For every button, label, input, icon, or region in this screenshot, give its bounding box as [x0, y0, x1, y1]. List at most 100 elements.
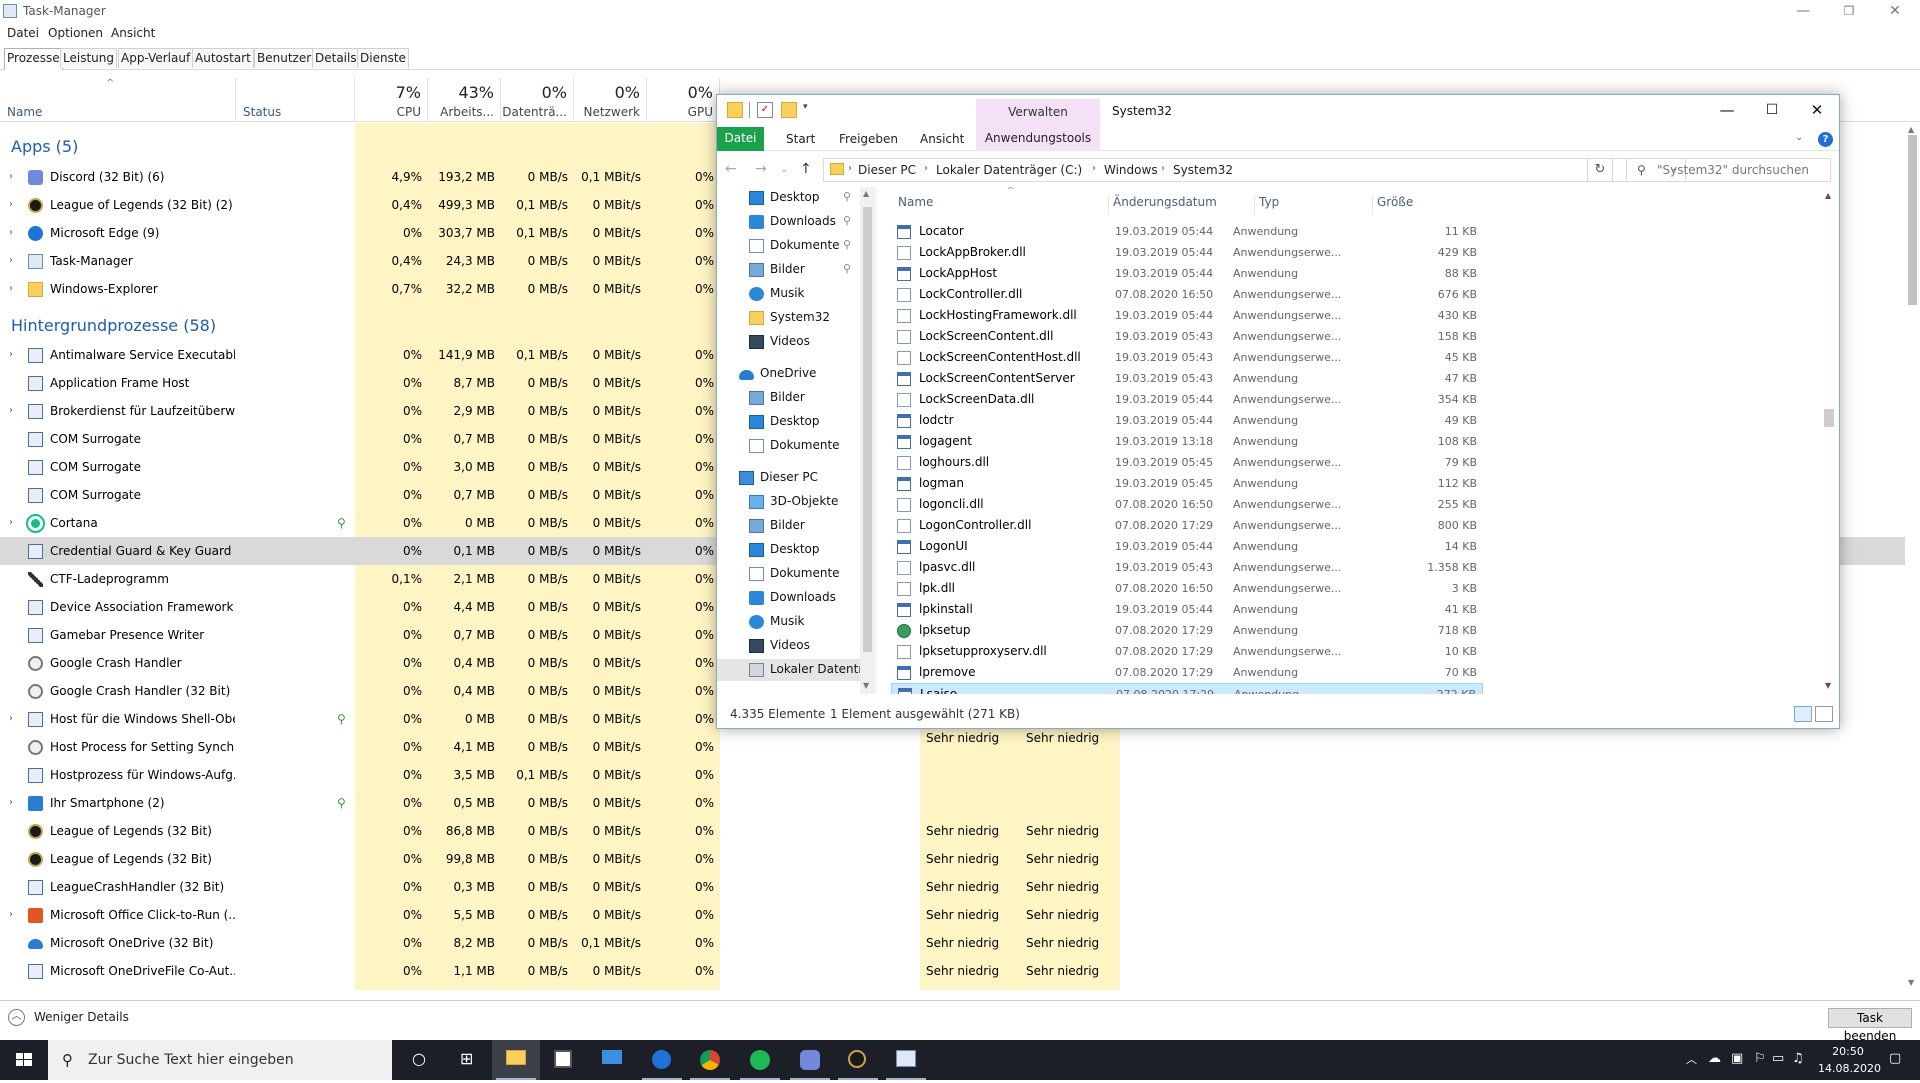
column-cpu[interactable]: 7% CPU: [355, 78, 428, 122]
refresh-button[interactable]: ↻: [1587, 158, 1613, 182]
expand-chevron-icon[interactable]: ›: [9, 517, 13, 528]
file-row[interactable]: loghours.dll 19.03.2019 05:45 Anwendungser…: [891, 452, 1483, 473]
ribbon-tab-start[interactable]: Start: [786, 132, 815, 146]
scroll-up-icon[interactable]: ▲: [1825, 191, 1831, 200]
nav-item[interactable]: Dokumente ⚲: [717, 235, 862, 257]
breadcrumb-separator-icon[interactable]: ›: [1161, 163, 1165, 174]
network-tray-icon[interactable]: ▣: [1731, 1051, 1743, 1066]
nav-item[interactable]: Dokumente: [717, 563, 862, 585]
fewer-details-link[interactable]: Weniger Details: [34, 1010, 129, 1024]
process-row[interactable]: LeagueCrashHandler (32 Bit) 0% 0,3 MB 0 MB/…: [0, 873, 1905, 901]
expand-chevron-icon[interactable]: ›: [9, 797, 13, 808]
file-row[interactable]: LockScreenData.dll 19.03.2019 05:44 Anwend…: [891, 389, 1483, 410]
expand-chevron-icon[interactable]: ›: [9, 349, 13, 360]
scroll-up-icon[interactable]: ▲: [1908, 125, 1914, 134]
notifications-icon[interactable]: ▢: [1889, 1051, 1901, 1066]
volume-tray-icon[interactable]: ♫: [1792, 1051, 1804, 1066]
explorer-close-button[interactable]: ✕: [1794, 95, 1839, 127]
tab-dienste[interactable]: Dienste: [357, 48, 409, 68]
battery-tray-icon[interactable]: ▭: [1772, 1051, 1784, 1066]
taskbar-app-taskmanager[interactable]: [882, 1040, 930, 1080]
clock[interactable]: 20:50 14.08.2020: [1818, 1043, 1881, 1077]
location-tray-icon[interactable]: ⚐: [1754, 1051, 1766, 1066]
breadcrumb-separator-icon[interactable]: ›: [924, 163, 928, 174]
start-button[interactable]: [0, 1040, 48, 1080]
expand-chevron-icon[interactable]: ›: [9, 171, 13, 182]
file-row[interactable]: logoncli.dll 07.08.2020 16:50 Anwendungser…: [891, 494, 1483, 515]
customize-toolbar-icon[interactable]: ▾: [803, 102, 819, 118]
taskbar-app-league[interactable]: [834, 1040, 882, 1080]
nav-item[interactable]: Musik: [717, 611, 862, 633]
nav-item[interactable]: Desktop: [717, 539, 862, 561]
recent-locations-icon[interactable]: ⌄: [780, 164, 788, 175]
expand-ribbon-icon[interactable]: ⌄: [1795, 132, 1803, 143]
taskbar-app-spotify[interactable]: [736, 1040, 784, 1080]
nav-item[interactable]: Downloads: [717, 587, 862, 609]
address-box[interactable]: › Dieser PC › Lokaler Datenträger (C:) ›…: [823, 158, 1686, 182]
end-task-button[interactable]: Task beenden: [1828, 1008, 1912, 1043]
maximize-button[interactable]: ❐: [1826, 0, 1872, 24]
file-row[interactable]: logman 19.03.2019 05:45 Anwendung 112 KB: [891, 473, 1483, 494]
minimize-button[interactable]: —: [1780, 0, 1826, 24]
scroll-up-icon[interactable]: ▲: [863, 189, 869, 198]
ribbon-tab-anwendungstools[interactable]: Anwendungstools: [976, 127, 1100, 151]
taskbar-app-taskview[interactable]: ⊞: [444, 1040, 492, 1080]
file-row[interactable]: LogonController.dll 07.08.2020 17:29 Anwen…: [891, 515, 1483, 536]
chevron-up-icon[interactable]: ︿: [8, 1009, 25, 1026]
process-row[interactable]: Microsoft OneDrive (32 Bit) 0% 8,2 MB 0 MB/…: [0, 929, 1905, 957]
back-arrow-icon[interactable]: ←: [725, 161, 737, 177]
details-view-icon[interactable]: [1794, 706, 1812, 722]
new-folder-icon[interactable]: [781, 102, 797, 118]
group-apps-header[interactable]: Apps (5): [11, 137, 78, 156]
tab-benutzer[interactable]: Benutzer: [254, 48, 315, 68]
file-row[interactable]: lpremove 07.08.2020 17:29 Anwendung 70 KB: [891, 662, 1483, 683]
menu-datei[interactable]: Datei: [7, 26, 39, 40]
tab-leistung[interactable]: Leistung: [60, 48, 117, 68]
nav-item[interactable]: Downloads ⚲: [717, 211, 862, 233]
ribbon-tab-freigeben[interactable]: Freigeben: [839, 132, 898, 146]
nav-item[interactable]: Dokumente: [717, 435, 862, 457]
close-button[interactable]: ✕: [1872, 0, 1918, 24]
explorer-minimize-button[interactable]: —: [1704, 95, 1750, 127]
navigation-scrollbar[interactable]: ▲ ▼: [860, 187, 875, 694]
file-row[interactable]: Locator 19.03.2019 05:44 Anwendung 11 KB: [891, 221, 1483, 242]
search-input[interactable]: ⚲ "System32" durchsuchen: [1626, 158, 1831, 182]
onedrive-tray-icon[interactable]: ☁: [1708, 1051, 1721, 1066]
tab-prozesse[interactable]: Prozesse: [4, 48, 63, 70]
large-icons-view-icon[interactable]: [1815, 706, 1833, 722]
column-file-name[interactable]: Name: [894, 195, 1108, 215]
nav-item[interactable]: Desktop ⚲: [717, 187, 862, 209]
nav-item[interactable]: Lokaler Datenträ: [717, 659, 871, 681]
nav-item[interactable]: OneDrive: [717, 363, 862, 385]
pin-icon[interactable]: ⚲: [843, 190, 851, 203]
column-size[interactable]: Größe: [1372, 195, 1484, 215]
group-background-header[interactable]: Hintergrundprozesse (58): [11, 316, 216, 335]
file-row[interactable]: lpksetupproxyserv.dll 07.08.2020 17:29 Anw…: [891, 641, 1483, 662]
taskbar-app-discord[interactable]: [786, 1040, 834, 1080]
process-row[interactable]: League of Legends (32 Bit) 0% 86,8 MB 0 MB/…: [0, 817, 1905, 845]
pin-icon[interactable]: ⚲: [843, 262, 851, 275]
nav-item[interactable]: Bilder: [717, 515, 862, 537]
menu-optionen[interactable]: Optionen: [48, 26, 103, 40]
file-row[interactable]: LockAppHost 19.03.2019 05:44 Anwendung 88 K…: [891, 263, 1483, 284]
taskbar-app-cortana[interactable]: ○: [396, 1040, 444, 1080]
column-status[interactable]: Status: [236, 78, 355, 122]
ribbon-tab-ansicht[interactable]: Ansicht: [920, 132, 964, 146]
scroll-down-icon[interactable]: ▼: [1825, 681, 1831, 690]
file-row[interactable]: LockAppBroker.dll 19.03.2019 05:44 Anwendu…: [891, 242, 1483, 263]
nav-item[interactable]: Videos: [717, 331, 862, 353]
file-row[interactable]: LockScreenContent.dll 19.03.2019 05:43 Anw…: [891, 326, 1483, 347]
scrollbar-thumb[interactable]: [1824, 409, 1834, 427]
file-row[interactable]: lpasvc.dll 19.03.2019 05:43 Anwendungserwe…: [891, 557, 1483, 578]
process-row[interactable]: League of Legends (32 Bit) 0% 99,8 MB 0 MB/…: [0, 845, 1905, 873]
expand-chevron-icon[interactable]: ›: [9, 283, 13, 294]
nav-item[interactable]: 3D-Objekte: [717, 491, 862, 513]
taskbar-app-mail[interactable]: [588, 1040, 636, 1080]
process-row[interactable]: › Ihr Smartphone (2) ⚲ 0% 0,5 MB 0 MB/s 0 MBit…: [0, 789, 1905, 817]
taskbar-app-chrome[interactable]: [686, 1040, 734, 1080]
column-network[interactable]: 0% Netzwerk: [574, 78, 647, 122]
breadcrumb-separator-icon[interactable]: ›: [848, 163, 852, 174]
nav-item[interactable]: Videos: [717, 635, 862, 657]
file-row[interactable]: Lsaiso 07.08.2020 17:29 Anwendung 272 KB: [891, 683, 1483, 694]
pin-icon[interactable]: ⚲: [843, 214, 851, 227]
